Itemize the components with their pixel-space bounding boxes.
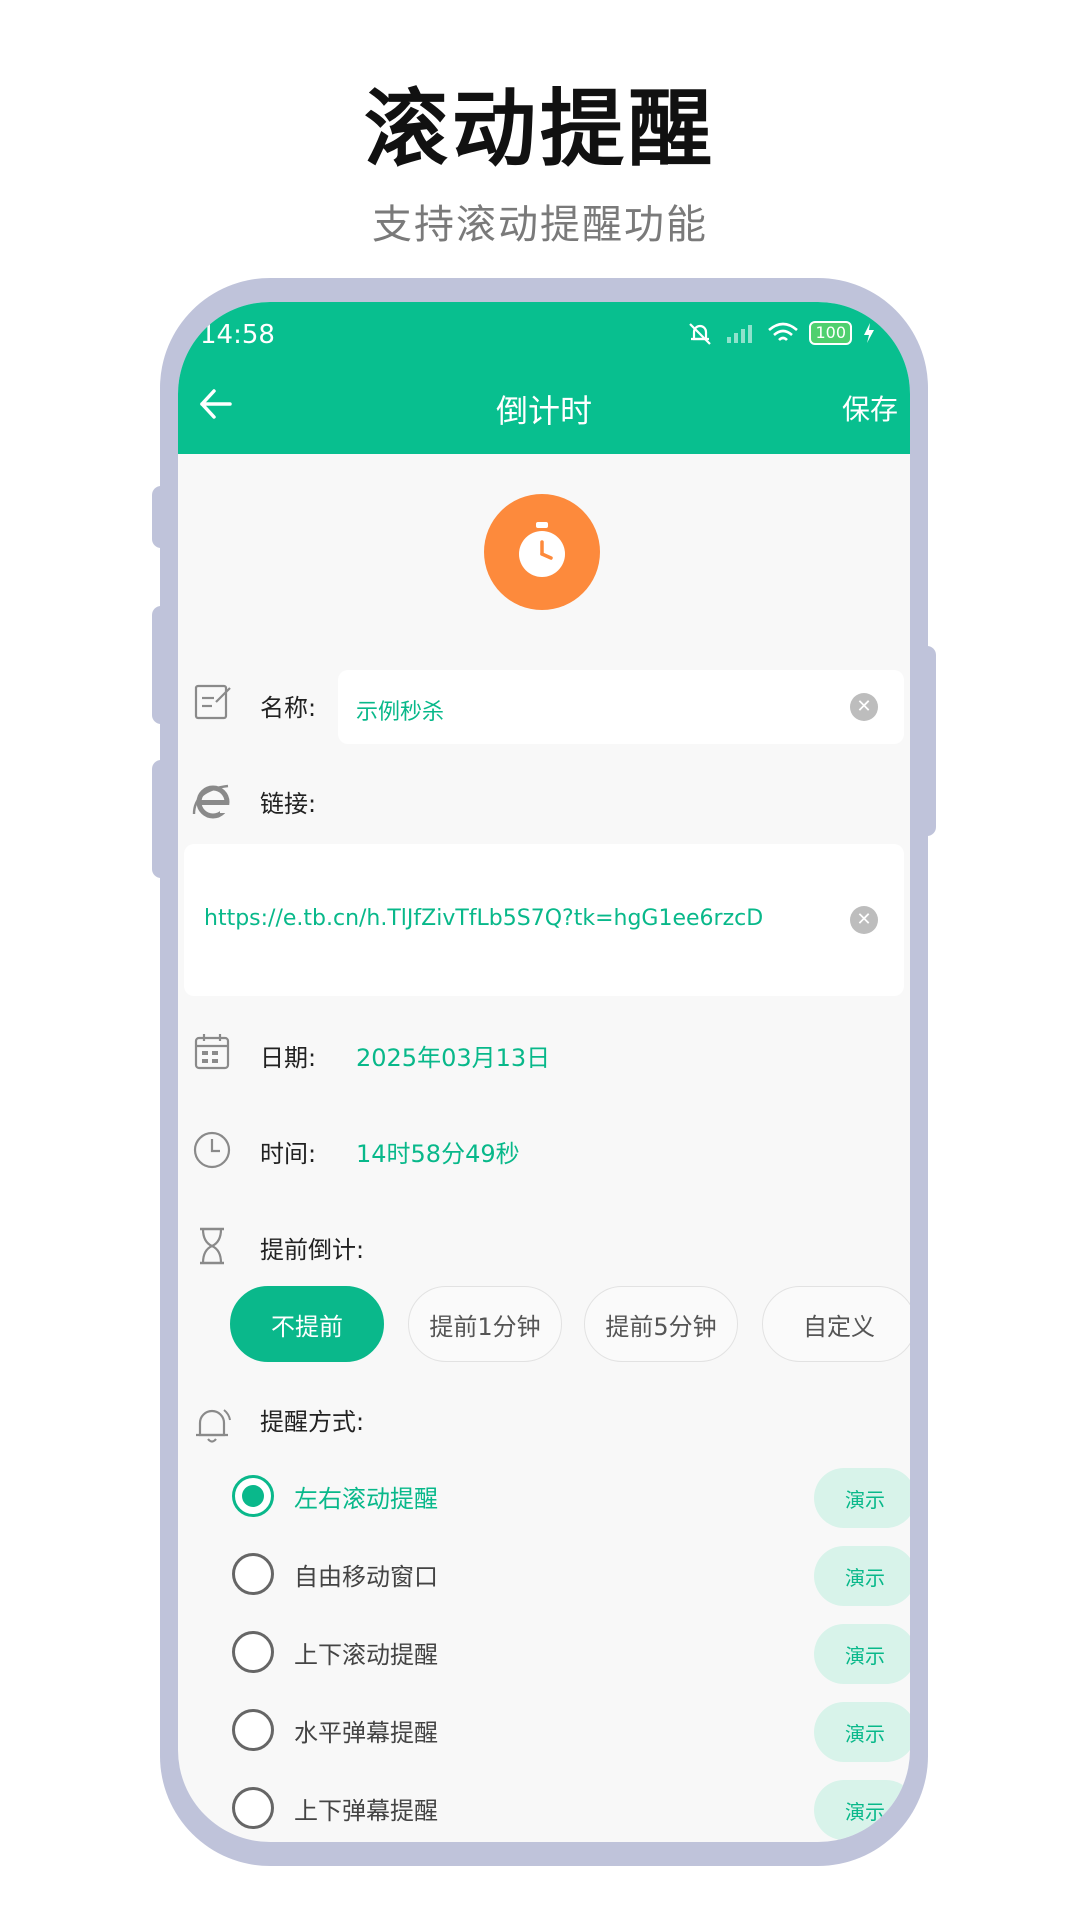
charging-icon	[864, 323, 874, 343]
app-header: 14:58 100 倒计时 保存	[178, 302, 910, 454]
date-label: 日期:	[260, 1044, 317, 1072]
battery-icon: 100	[809, 321, 852, 345]
reminder-option-label: 水平弹幕提醒	[294, 1719, 438, 1747]
edit-icon	[194, 684, 231, 720]
radio-button[interactable]	[232, 1709, 274, 1751]
phone-frame: 14:58 100 倒计时 保存 名称: 示例秒杀 ✕ 链接: https://…	[160, 278, 928, 1866]
stopwatch-icon[interactable]	[484, 494, 600, 610]
mute-icon	[689, 323, 712, 345]
page-title: 倒计时	[495, 392, 592, 430]
demo-button[interactable]: 演示	[814, 1468, 910, 1528]
reminder-label: 提醒方式:	[260, 1408, 365, 1436]
radio-button[interactable]	[232, 1553, 274, 1595]
reminder-option[interactable]: 上下滚动提醒 演示	[178, 1620, 910, 1684]
advance-option-5min[interactable]: 提前5分钟	[584, 1286, 738, 1362]
status-icons: 100	[685, 320, 876, 346]
reminder-option[interactable]: 左右滚动提醒 演示	[178, 1464, 910, 1528]
reminder-option[interactable]: 上下弹幕提醒 演示	[178, 1776, 910, 1840]
reminder-option-label: 自由移动窗口	[294, 1563, 438, 1591]
demo-button[interactable]: 演示	[814, 1546, 910, 1606]
reminder-option-label: 上下滚动提醒	[294, 1641, 438, 1669]
calendar-icon[interactable]	[190, 1030, 234, 1074]
link-input[interactable]: https://e.tb.cn/h.TlJfZivTfLb5S7Q?tk=hgG…	[184, 844, 904, 996]
demo-button[interactable]: 演示	[814, 1702, 910, 1762]
save-button[interactable]: 保存	[842, 388, 898, 428]
radio-button[interactable]	[232, 1787, 274, 1829]
name-input-value: 示例秒杀	[356, 700, 445, 725]
date-value[interactable]: 2025年03月13日	[356, 1038, 550, 1073]
reminder-option-label: 上下弹幕提醒	[294, 1797, 438, 1825]
advance-label: 提前倒计:	[260, 1236, 365, 1264]
demo-button[interactable]: 演示	[814, 1780, 910, 1840]
status-time: 14:58	[200, 320, 275, 350]
wifi-icon	[768, 322, 799, 341]
demo-button[interactable]: 演示	[814, 1624, 910, 1684]
hero-subtitle: 支持滚动提醒功能	[372, 202, 708, 248]
clear-icon[interactable]: ✕	[850, 906, 878, 934]
link-input-value: https://e.tb.cn/h.TlJfZivTfLb5S7Q?tk=hgG…	[204, 906, 764, 931]
reminder-option-label: 左右滚动提醒	[294, 1485, 438, 1513]
radio-button[interactable]	[232, 1631, 274, 1673]
hourglass-icon	[200, 1227, 224, 1265]
link-label: 链接:	[260, 790, 317, 818]
advance-option-custom[interactable]: 自定义	[762, 1286, 910, 1362]
reminder-option[interactable]: 水平弹幕提醒 演示	[178, 1698, 910, 1762]
browser-icon	[192, 784, 232, 819]
bell-icon	[196, 1409, 231, 1443]
clear-icon[interactable]: ✕	[850, 693, 878, 721]
advance-option-none[interactable]: 不提前	[230, 1286, 384, 1362]
phone-screen: 14:58 100 倒计时 保存 名称: 示例秒杀 ✕ 链接: https://…	[178, 302, 910, 1842]
signal-icon	[727, 325, 753, 343]
name-input[interactable]: 示例秒杀 ✕	[338, 670, 904, 744]
hero-title: 滚动提醒	[363, 80, 716, 178]
reminder-option[interactable]: 自由移动窗口 演示	[178, 1542, 910, 1606]
advance-option-1min[interactable]: 提前1分钟	[408, 1286, 562, 1362]
time-value[interactable]: 14时58分49秒	[356, 1134, 520, 1169]
time-label: 时间:	[260, 1140, 317, 1168]
radio-button[interactable]	[232, 1475, 274, 1517]
name-label: 名称:	[260, 694, 317, 722]
clock-icon[interactable]	[190, 1128, 234, 1172]
